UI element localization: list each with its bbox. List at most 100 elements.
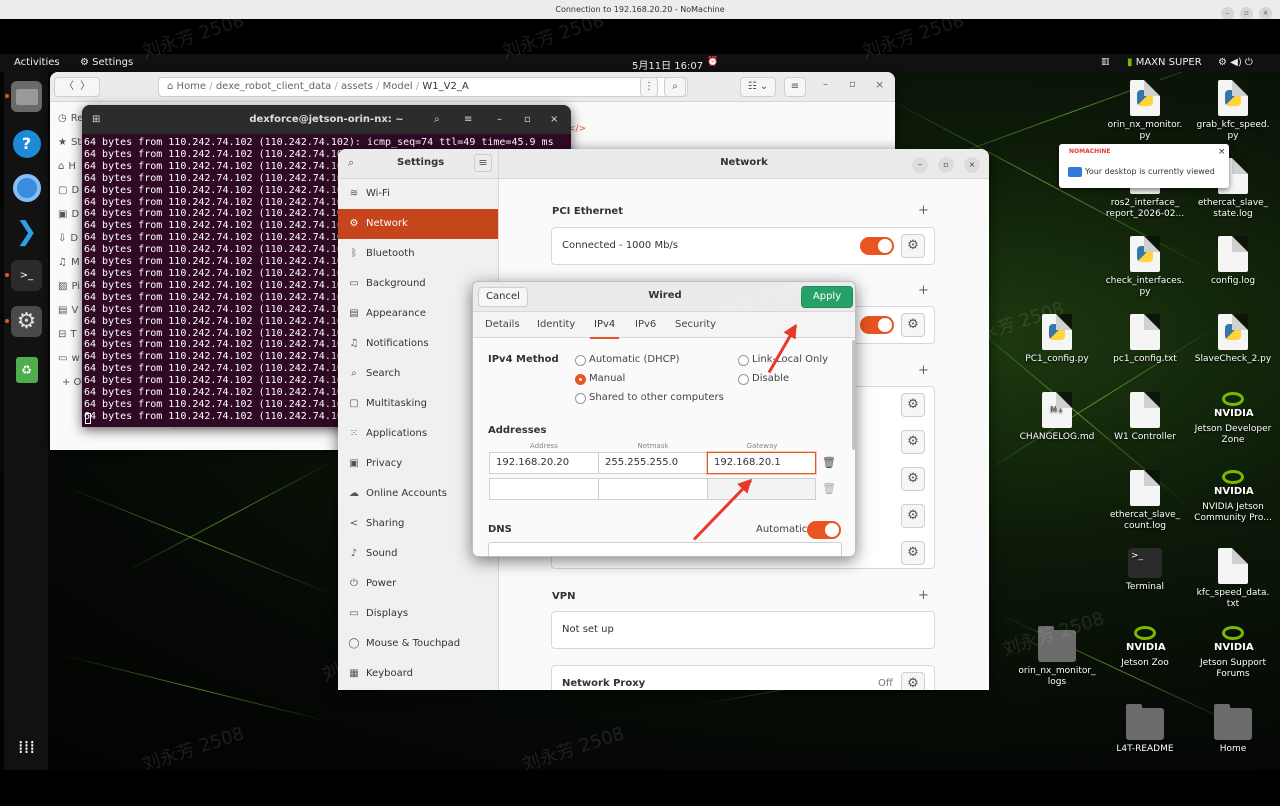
desktop-icon[interactable]: pc1_config.txt xyxy=(1102,314,1188,365)
files-sidebar-item[interactable]: ★ St xyxy=(58,137,81,148)
ethernet-toggle[interactable] xyxy=(860,237,894,255)
nav-back-forward[interactable]: 〈 〉 xyxy=(54,77,100,97)
desktop-icon[interactable]: L4T-README xyxy=(1102,704,1188,755)
maximize-icon[interactable]: ▫ xyxy=(938,157,954,173)
gear-icon[interactable]: ⚙ xyxy=(901,541,925,565)
apply-button[interactable]: Apply xyxy=(801,286,853,308)
path-segment[interactable]: Model xyxy=(379,81,415,92)
netmask-input-empty[interactable] xyxy=(598,478,708,500)
sidebar-item-bluetooth[interactable]: ᛒ Bluetooth xyxy=(338,239,498,269)
method-dhcp-radio[interactable]: Automatic (DHCP) xyxy=(575,354,680,366)
trash-dock-icon[interactable]: ♻ xyxy=(11,354,42,385)
files-sidebar-item[interactable]: ▨ Pi xyxy=(58,281,80,292)
files-sidebar-item[interactable]: ▢ D xyxy=(58,185,79,196)
method-disable-radio[interactable]: Disable xyxy=(738,373,789,385)
ethernet-toggle[interactable] xyxy=(860,316,894,334)
desktop-icon[interactable]: orin_nx_monitor. py xyxy=(1102,80,1188,142)
desktop-icon[interactable]: W1 Controller xyxy=(1102,392,1188,443)
activities-button[interactable]: Activities xyxy=(14,57,60,68)
desktop-icon[interactable]: >_ Terminal xyxy=(1102,548,1188,593)
tab-ipv6[interactable]: IPv6 xyxy=(635,319,656,330)
show-apps-button[interactable]: ⁞⁞⁞ xyxy=(11,732,42,763)
files-sidebar-item[interactable]: ▤ V xyxy=(58,305,78,316)
path-current[interactable]: W1_V2_A xyxy=(422,81,468,92)
files-sidebar-item[interactable]: ◷ Re xyxy=(58,113,83,124)
path-segments[interactable]: Home / dexe_robot_client_data / assets /… xyxy=(177,81,423,92)
method-manual-radio[interactable]: Manual xyxy=(575,373,625,385)
method-shared-radio[interactable]: Shared to other computers xyxy=(575,392,724,404)
maximize-icon[interactable]: ▫ xyxy=(849,79,856,90)
path-segment[interactable]: assets xyxy=(338,81,376,92)
desktop-icon[interactable]: M↓ CHANGELOG.md xyxy=(1014,392,1100,443)
hamburger-menu-icon[interactable]: ≡ xyxy=(784,77,806,97)
gear-icon[interactable]: ⚙ xyxy=(901,504,925,528)
files-sidebar-item[interactable]: + O xyxy=(58,377,81,388)
desktop-icon[interactable]: NVIDIA NVIDIA Jetson Community Pro... xyxy=(1190,470,1276,524)
gear-icon[interactable]: ⚙ xyxy=(901,234,925,258)
files-sidebar-item[interactable]: ⌂ H xyxy=(58,161,76,172)
dns-input[interactable] xyxy=(488,542,842,556)
settings-dock-icon[interactable]: ⚙ xyxy=(11,306,42,337)
sidebar-item-wi-fi[interactable]: ≋ Wi-Fi xyxy=(338,179,498,209)
files-sidebar-item[interactable]: ▣ D xyxy=(58,209,79,220)
hamburger-menu-icon[interactable]: ≡ xyxy=(474,154,492,172)
close-icon[interactable]: × xyxy=(550,105,558,134)
files-sidebar-item[interactable]: ♫ M xyxy=(58,257,80,268)
close-icon[interactable]: × xyxy=(875,78,884,91)
search-icon[interactable]: ⌕ xyxy=(434,105,440,134)
netmask-input[interactable]: 255.255.255.0 xyxy=(598,452,708,474)
gateway-input[interactable]: 192.168.20.1 xyxy=(707,452,816,474)
desktop-icon[interactable]: PC1_config.py xyxy=(1014,314,1100,365)
path-menu-button[interactable]: ⋮ xyxy=(640,77,658,97)
system-tray-icons[interactable]: ⚙ ◀) ⏻ xyxy=(1218,57,1253,68)
tab-identity[interactable]: Identity xyxy=(537,319,575,330)
settings-app-menu[interactable]: ⚙ Settings xyxy=(80,57,133,68)
minimize-icon[interactable]: – xyxy=(497,105,502,134)
network-status-icon[interactable]: ▥ xyxy=(1101,57,1110,67)
tab-ipv4[interactable]: IPv4 xyxy=(589,319,620,339)
path-bar[interactable]: ⌂ Home / dexe_robot_client_data / assets… xyxy=(158,77,688,97)
path-segment[interactable]: dexe_robot_client_data xyxy=(213,81,335,92)
scrollbar[interactable] xyxy=(852,340,855,450)
search-icon[interactable]: ⌕ xyxy=(664,77,686,97)
sidebar-item-keyboard[interactable]: ▦ Keyboard xyxy=(338,659,498,689)
path-segment[interactable]: Home xyxy=(177,81,210,92)
delete-address-icon[interactable]: 🗑 xyxy=(822,456,836,469)
desktop-icon[interactable]: grab_kfc_speed. py xyxy=(1190,80,1276,142)
gear-icon[interactable]: ⚙ xyxy=(901,672,925,690)
desktop-icon[interactable]: NVIDIA Jetson Support Forums xyxy=(1190,626,1276,680)
desktop-icon[interactable]: kfc_speed_data. txt xyxy=(1190,548,1276,610)
hamburger-menu-icon[interactable]: ≡ xyxy=(464,105,472,134)
files-sidebar-item[interactable]: ▭ w xyxy=(58,353,80,364)
view-toggle-button[interactable]: ☷ ⌄ xyxy=(740,77,776,97)
sidebar-item-power[interactable]: ⏻ Power xyxy=(338,569,498,599)
gateway-input-empty[interactable] xyxy=(707,478,816,500)
address-input[interactable]: 192.168.20.20 xyxy=(489,452,599,474)
help-dock-icon[interactable]: ? xyxy=(11,128,42,159)
gear-icon[interactable]: ⚙ xyxy=(901,393,925,417)
add-connection-icon[interactable]: + xyxy=(918,363,929,378)
gear-icon[interactable]: ⚙ xyxy=(901,430,925,454)
terminal-dock-icon[interactable]: >_ xyxy=(11,260,42,291)
sidebar-item-network[interactable]: ⚙ Network xyxy=(338,209,498,239)
add-connection-icon[interactable]: + xyxy=(918,283,929,298)
chromium-dock-icon[interactable] xyxy=(11,172,42,203)
proxy-card[interactable]: Network Proxy Off ⚙ xyxy=(551,665,935,690)
minimize-icon[interactable]: – xyxy=(823,79,828,90)
desktop-icon[interactable]: SlaveCheck_2.py xyxy=(1190,314,1276,365)
vscode-dock-icon[interactable]: ❯ xyxy=(11,216,42,247)
maximize-icon[interactable]: ▫ xyxy=(524,105,531,134)
desktop-icon[interactable]: check_interfaces. py xyxy=(1102,236,1188,298)
clock[interactable]: 5月11日 16:07 xyxy=(632,57,703,72)
add-vpn-icon[interactable]: + xyxy=(918,588,929,603)
files-sidebar-item[interactable]: ⇩ D xyxy=(58,233,78,244)
search-icon[interactable]: ⌕ xyxy=(348,156,354,170)
dns-automatic-toggle[interactable] xyxy=(807,521,841,539)
tab-details[interactable]: Details xyxy=(485,319,520,330)
desktop-icon[interactable]: NVIDIA Jetson Zoo xyxy=(1102,626,1188,669)
gear-icon[interactable]: ⚙ xyxy=(901,313,925,337)
files-dock-icon[interactable] xyxy=(11,81,42,112)
method-link-local-radio[interactable]: Link-Local Only xyxy=(738,354,828,366)
gear-icon[interactable]: ⚙ xyxy=(901,467,925,491)
files-sidebar-item[interactable]: ⊟ T xyxy=(58,329,77,340)
